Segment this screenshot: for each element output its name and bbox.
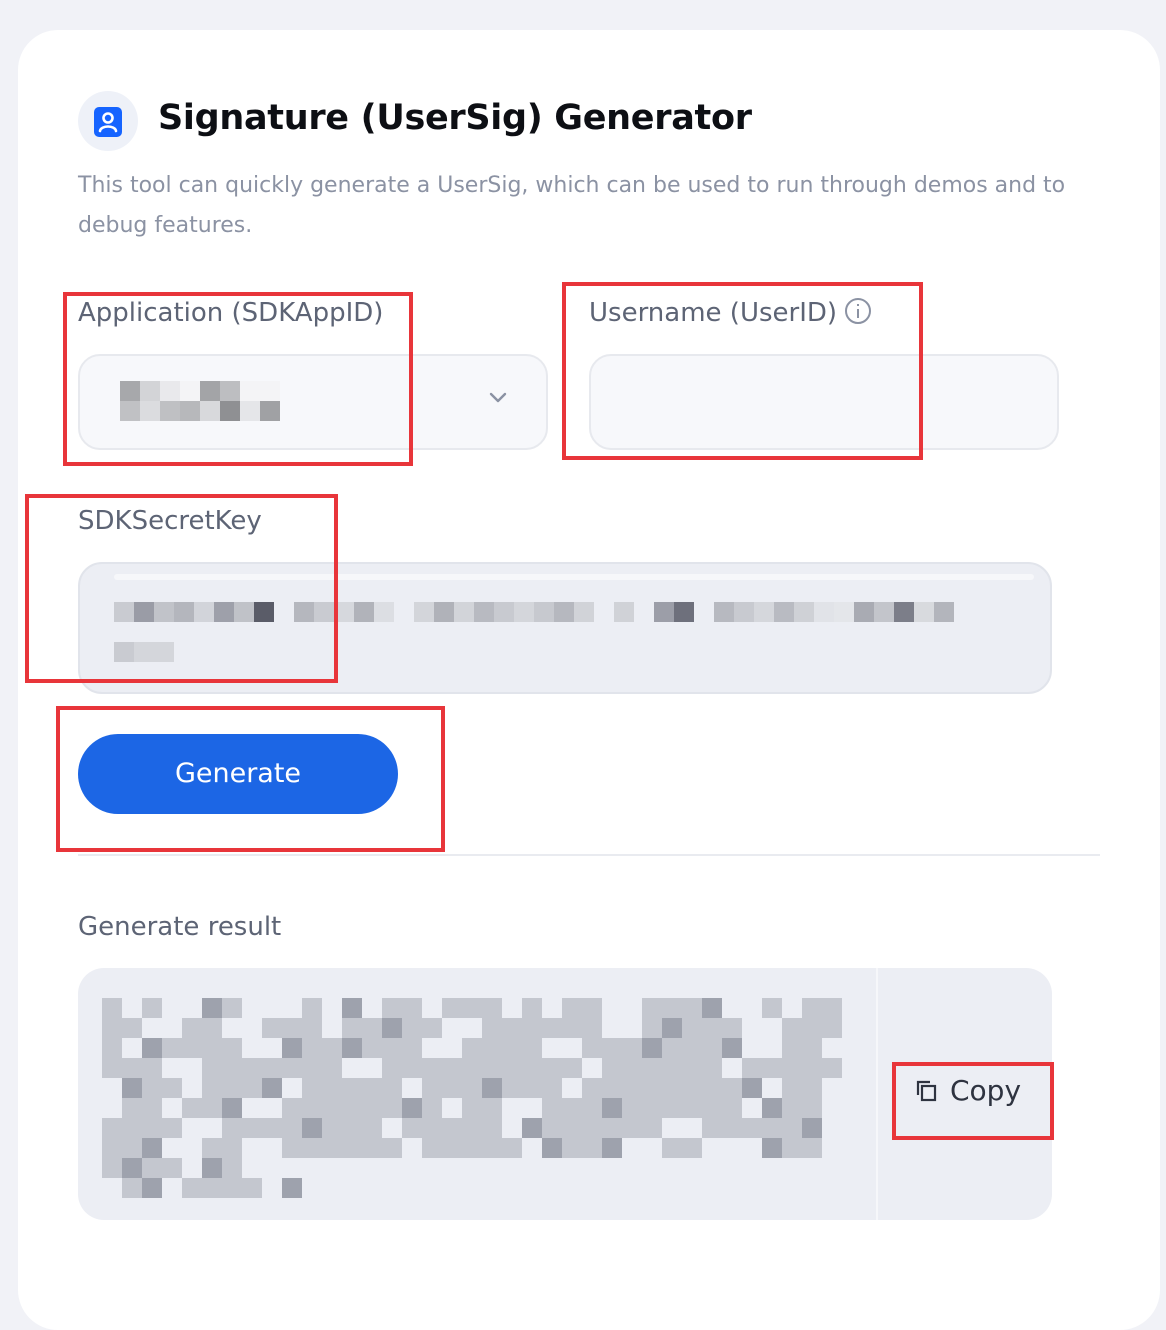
copy-label: Copy	[950, 1074, 1022, 1107]
sdksecretkey-label: SDKSecretKey	[78, 506, 262, 536]
result-masked-text	[102, 998, 842, 1198]
userid-label-text: Username (UserID)	[589, 298, 838, 328]
user-badge-icon	[78, 91, 138, 151]
sdksecretkey-input[interactable]	[78, 562, 1052, 694]
chevron-down-icon[interactable]	[488, 390, 508, 409]
usersig-generator-card: Signature (UserSig) Generator This tool …	[18, 30, 1160, 1330]
page-description: This tool can quickly generate a UserSig…	[78, 173, 1066, 238]
generate-result-box: Copy	[78, 968, 1052, 1220]
sdkappid-select[interactable]	[78, 354, 548, 450]
sdkappid-masked-value	[120, 381, 280, 421]
page-title: Signature (UserSig) Generator	[158, 98, 752, 138]
userid-label: Username (UserID)	[589, 297, 872, 328]
secret-masked-value	[114, 602, 954, 662]
copy-button[interactable]: Copy	[914, 1074, 1021, 1107]
result-separator	[876, 968, 878, 1220]
userid-input[interactable]	[589, 354, 1059, 450]
generate-result-label: Generate result	[78, 912, 282, 942]
section-divider	[78, 854, 1100, 856]
info-icon[interactable]	[845, 297, 872, 324]
copy-icon	[914, 1077, 938, 1102]
secret-scroll-track	[114, 574, 1034, 580]
generate-button[interactable]: Generate	[78, 734, 398, 814]
sdkappid-label: Application (SDKAppID)	[78, 298, 384, 328]
